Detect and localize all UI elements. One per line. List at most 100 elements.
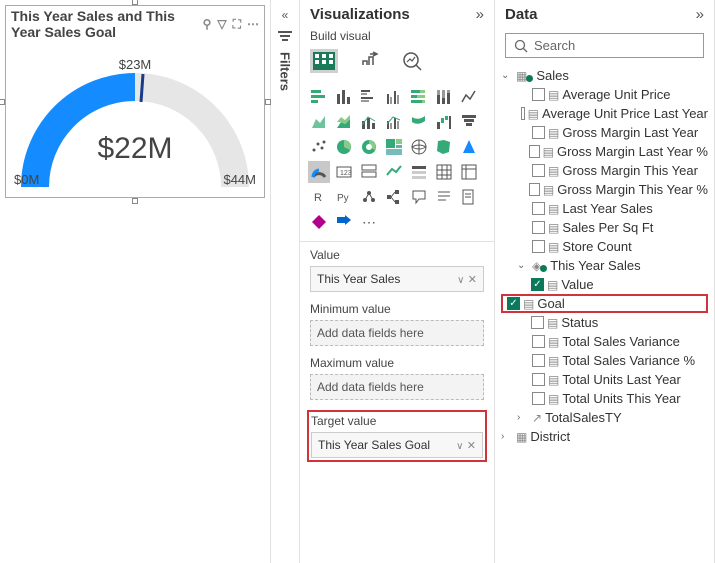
checkbox[interactable] xyxy=(532,392,545,405)
table-icon[interactable] xyxy=(433,161,455,183)
checkbox[interactable]: ✓ xyxy=(531,278,544,291)
search-input[interactable]: Search xyxy=(505,33,704,58)
checkbox[interactable] xyxy=(521,107,524,120)
report-canvas[interactable]: This Year Sales and This Year Sales Goal… xyxy=(0,0,270,563)
checkbox[interactable] xyxy=(532,354,545,367)
anchor-icon[interactable]: ⚲ xyxy=(203,17,212,32)
power-apps-icon[interactable] xyxy=(308,211,330,233)
filters-pane-collapsed[interactable]: « Filters xyxy=(270,0,300,563)
chevron-down-icon[interactable]: ∨ xyxy=(457,275,464,286)
qa-visual-icon[interactable] xyxy=(408,186,430,208)
value-well[interactable]: This Year Sales ∨ ✕ xyxy=(310,266,484,292)
checkbox[interactable] xyxy=(532,221,545,234)
slicer-icon[interactable] xyxy=(408,161,430,183)
paginated-report-icon[interactable] xyxy=(458,186,480,208)
field-item[interactable]: ▤Average Unit Price xyxy=(501,85,708,104)
matrix-icon[interactable] xyxy=(458,161,480,183)
waterfall-icon[interactable] xyxy=(433,111,455,133)
funnel-icon[interactable] xyxy=(458,111,480,133)
field-item[interactable]: ▤Sales Per Sq Ft xyxy=(501,218,708,237)
pie-icon[interactable] xyxy=(333,136,355,158)
stacked-bar-100-icon[interactable] xyxy=(408,86,430,108)
area-chart-icon[interactable] xyxy=(308,111,330,133)
chevron-right-icon[interactable]: › xyxy=(501,431,513,442)
field-item[interactable]: ▤Status xyxy=(501,313,708,332)
clustered-column-icon[interactable] xyxy=(383,86,405,108)
azure-map-icon[interactable] xyxy=(458,136,480,158)
smart-narrative-icon[interactable] xyxy=(433,186,455,208)
remove-field-icon[interactable]: ✕ xyxy=(468,274,477,286)
clustered-bar-icon[interactable] xyxy=(358,86,380,108)
expand-filters-icon[interactable]: « xyxy=(282,8,289,22)
field-item[interactable]: ▤Gross Margin This Year xyxy=(501,161,708,180)
table-sales[interactable]: ⌄ ▦ Sales xyxy=(501,66,708,85)
collapse-data-icon[interactable]: » xyxy=(696,6,704,23)
checkbox[interactable] xyxy=(532,240,545,253)
target-well[interactable]: This Year Sales Goal ∨ ✕ xyxy=(311,432,483,458)
field-item[interactable]: ▤Total Sales Variance % xyxy=(501,351,708,370)
field-item[interactable]: ›↗TotalSalesTY xyxy=(501,408,708,427)
checkbox[interactable] xyxy=(532,373,545,386)
field-item[interactable]: ▤Total Units This Year xyxy=(501,389,708,408)
min-well[interactable]: Add data fields here xyxy=(310,320,484,346)
checkbox[interactable] xyxy=(532,202,545,215)
key-influencers-icon[interactable] xyxy=(358,186,380,208)
decomposition-tree-icon[interactable] xyxy=(383,186,405,208)
field-item[interactable]: ▤Gross Margin This Year % xyxy=(501,180,708,199)
ribbon-chart-icon[interactable] xyxy=(408,111,430,133)
checkbox[interactable] xyxy=(529,145,539,158)
field-item[interactable]: ▤Store Count xyxy=(501,237,708,256)
field-item[interactable]: ▤Total Units Last Year xyxy=(501,370,708,389)
treemap-icon[interactable] xyxy=(383,136,405,158)
stacked-column-icon[interactable] xyxy=(333,86,355,108)
checkbox[interactable] xyxy=(532,126,545,139)
filter-icon[interactable]: ▽ xyxy=(217,17,226,32)
checkbox[interactable] xyxy=(532,164,545,177)
kpi-icon[interactable] xyxy=(383,161,405,183)
gauge-visual-tile[interactable]: This Year Sales and This Year Sales Goal… xyxy=(5,5,265,198)
checkbox[interactable]: ✓ xyxy=(507,297,520,310)
chevron-down-icon[interactable]: ∨ xyxy=(456,441,463,452)
max-well[interactable]: Add data fields here xyxy=(310,374,484,400)
more-icon[interactable]: ⋯ xyxy=(247,17,259,32)
format-visual-tab[interactable] xyxy=(360,51,380,71)
py-visual-icon[interactable]: Py xyxy=(333,186,355,208)
analytics-tab[interactable] xyxy=(402,51,422,71)
field-goal-highlighted[interactable]: ✓▤Goal xyxy=(501,294,708,313)
build-visual-tab[interactable] xyxy=(310,49,338,73)
focus-icon[interactable]: ⛶ xyxy=(233,17,241,32)
kpi-this-year-sales[interactable]: ⌄ ◈ This Year Sales xyxy=(501,256,708,275)
card-icon[interactable]: 123 xyxy=(333,161,355,183)
line-chart-icon[interactable] xyxy=(458,86,480,108)
multi-row-card-icon[interactable] xyxy=(358,161,380,183)
power-automate-icon[interactable] xyxy=(333,211,355,233)
stacked-area-icon[interactable] xyxy=(333,111,355,133)
line-clustered-column-icon[interactable] xyxy=(383,111,405,133)
stacked-bar-icon[interactable] xyxy=(308,86,330,108)
checkbox[interactable] xyxy=(532,88,545,101)
field-item[interactable]: ▤Gross Margin Last Year xyxy=(501,123,708,142)
filled-map-icon[interactable] xyxy=(433,136,455,158)
field-item[interactable]: ▤Gross Margin Last Year % xyxy=(501,142,708,161)
more-visuals-icon[interactable]: ⋯ xyxy=(358,211,380,233)
checkbox[interactable] xyxy=(531,316,544,329)
stacked-column-100-icon[interactable] xyxy=(433,86,455,108)
field-item[interactable]: ▤Total Sales Variance xyxy=(501,332,708,351)
checkbox[interactable] xyxy=(529,183,540,196)
field-item[interactable]: ▤Average Unit Price Last Year xyxy=(501,104,708,123)
chevron-down-icon[interactable]: ⌄ xyxy=(517,260,529,271)
field-item[interactable]: ▤Last Year Sales xyxy=(501,199,708,218)
r-visual-icon[interactable]: R xyxy=(308,186,330,208)
scatter-icon[interactable] xyxy=(308,136,330,158)
collapse-viz-icon[interactable]: » xyxy=(476,6,484,23)
map-icon[interactable] xyxy=(408,136,430,158)
gauge-icon[interactable] xyxy=(308,161,330,183)
remove-field-icon[interactable]: ✕ xyxy=(467,440,476,452)
chevron-down-icon[interactable]: ⌄ xyxy=(501,70,513,81)
donut-icon[interactable] xyxy=(358,136,380,158)
checkbox[interactable] xyxy=(532,335,545,348)
table-district[interactable]: › ▦ District xyxy=(501,427,708,446)
line-stacked-column-icon[interactable] xyxy=(358,111,380,133)
chevron-right-icon[interactable]: › xyxy=(517,412,529,423)
field-item[interactable]: ✓▤Value xyxy=(501,275,708,294)
